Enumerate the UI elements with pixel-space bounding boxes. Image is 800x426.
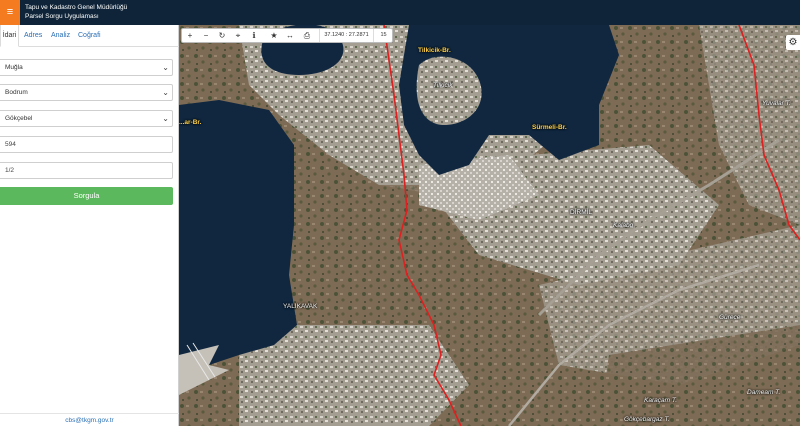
tab-bar: İdari Adres Analiz Coğrafi bbox=[0, 25, 179, 47]
app-title-line2: Parsel Sorgu Uygulaması bbox=[25, 13, 99, 20]
satellite-map bbox=[179, 25, 800, 426]
map-label-tilkicik-br: Tilkicik-Br. bbox=[418, 47, 451, 54]
neighborhood-select[interactable]: Gökçebel ⌄ bbox=[0, 110, 173, 127]
map-view[interactable]: + − ↻ ⌖ ℹ ★ ↔ ⎙ 37.1240 : 27.2871 15 ⚙ T… bbox=[179, 25, 800, 426]
map-label-gokcebargaz-t: Gökçebargaz T. bbox=[624, 416, 670, 423]
locate-icon[interactable]: ⌖ bbox=[230, 29, 246, 42]
tab-analiz[interactable]: Analiz bbox=[51, 25, 70, 47]
sidebar: İdari Adres Analiz Coğrafi Muğla ⌄ Bodru… bbox=[0, 25, 179, 426]
footer-email-link[interactable]: cbs@tkgm.gov.tr bbox=[0, 413, 179, 426]
tab-cografi[interactable]: Coğrafi bbox=[78, 25, 101, 47]
zoom-out-icon[interactable]: − bbox=[198, 29, 214, 42]
district-select[interactable]: Bodrum ⌄ bbox=[0, 84, 173, 101]
zoom-level: 15 bbox=[373, 29, 393, 42]
tab-adres[interactable]: Adres bbox=[24, 25, 42, 47]
map-label-yalikavak: YALIKAVAK bbox=[283, 303, 318, 310]
block-input[interactable]: 594 bbox=[0, 136, 173, 153]
query-button[interactable]: Sorgula bbox=[0, 187, 173, 205]
map-label-karacam-t: Karaçam T. bbox=[644, 397, 677, 404]
parcel-input[interactable]: 1/2 bbox=[0, 162, 173, 179]
app-title-line1: Tapu ve Kadastro Genel Müdürlüğü bbox=[25, 4, 128, 11]
star-icon[interactable]: ★ bbox=[266, 29, 282, 42]
map-label-yuvalar-t: Yuvalar T. bbox=[762, 100, 791, 107]
refresh-icon[interactable]: ↻ bbox=[214, 29, 230, 42]
coordinate-readout: 37.1240 : 27.2871 bbox=[319, 29, 373, 42]
district-value: Bodrum bbox=[5, 89, 28, 96]
map-label-br-left: ...ar-Br. bbox=[179, 119, 202, 126]
gear-icon[interactable]: ⚙ bbox=[786, 35, 800, 50]
province-select[interactable]: Muğla ⌄ bbox=[0, 59, 173, 76]
map-label-gurece: Gürece bbox=[719, 314, 741, 321]
neighborhood-value: Gökçebel bbox=[5, 115, 33, 122]
map-label-dirmil: DİRMİL bbox=[570, 209, 593, 216]
chevron-down-icon: ⌄ bbox=[162, 63, 169, 72]
block-value: 594 bbox=[5, 141, 16, 148]
chevron-down-icon: ⌄ bbox=[162, 88, 169, 97]
hamburger-icon[interactable]: ≡ bbox=[0, 0, 20, 25]
print-icon[interactable]: ⎙ bbox=[299, 29, 315, 42]
info-icon[interactable]: ℹ bbox=[246, 29, 262, 42]
province-value: Muğla bbox=[5, 64, 23, 71]
app-title: Tapu ve Kadastro Genel Müdürlüğü Parsel … bbox=[25, 3, 127, 21]
parcel-value: 1/2 bbox=[5, 167, 15, 174]
tab-idari[interactable]: İdari bbox=[0, 25, 19, 47]
map-label-kalabo: Kalabo bbox=[613, 222, 634, 229]
map-toolbar: + − ↻ ⌖ ℹ ★ ↔ ⎙ 37.1240 : 27.2871 15 bbox=[181, 28, 393, 43]
map-label-dameam-t: Dameam T. bbox=[747, 389, 781, 396]
measure-icon[interactable]: ↔ bbox=[282, 29, 298, 42]
zoom-in-icon[interactable]: + bbox=[182, 29, 198, 42]
chevron-down-icon: ⌄ bbox=[162, 114, 169, 123]
top-bar: ≡ Tapu ve Kadastro Genel Müdürlüğü Parse… bbox=[0, 0, 800, 25]
map-label-surmeli-br: Sürmeli-Br. bbox=[532, 124, 567, 131]
map-label-tilkicik: Tilkicik bbox=[433, 82, 453, 89]
